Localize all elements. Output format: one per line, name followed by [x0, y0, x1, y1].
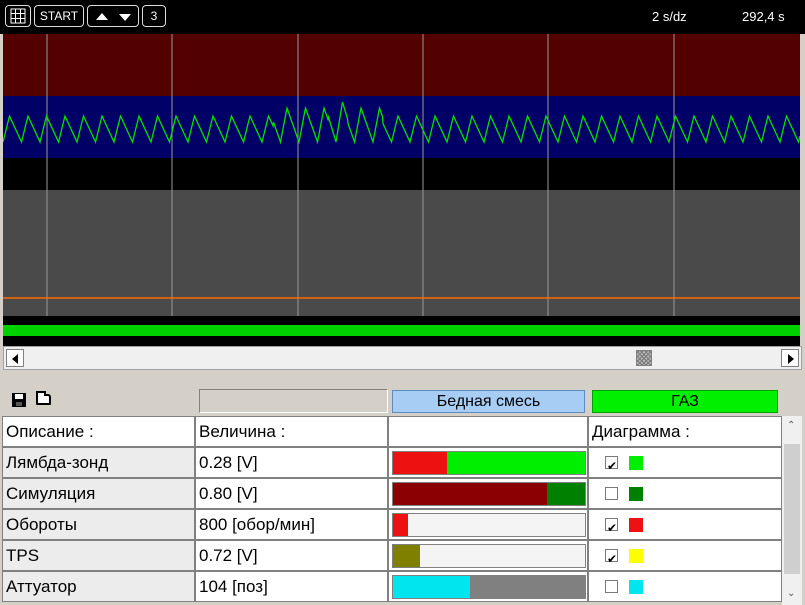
- channel-number-button[interactable]: 3: [142, 5, 166, 27]
- toolbar: START 3 2 s/dz 292,4 s: [0, 0, 805, 34]
- floppy-disk-icon[interactable]: [12, 393, 26, 407]
- value-bar: [392, 544, 586, 568]
- scroll-right-button[interactable]: [781, 349, 799, 367]
- chart-band-lower: [3, 190, 800, 316]
- elapsed-time-label: 292,4 s: [742, 9, 785, 24]
- header-value: Величина :: [195, 416, 388, 447]
- table-vertical-scrollbar[interactable]: ⌃ ⌄: [782, 416, 802, 605]
- row-description: Симуляция: [2, 478, 195, 509]
- time-scale-label: 2 s/dz: [652, 9, 687, 24]
- diagram-checkbox[interactable]: [605, 452, 618, 477]
- value-bar-fill: [393, 514, 409, 536]
- chart-horizontal-scrollbar[interactable]: [3, 346, 802, 370]
- name-field[interactable]: [199, 389, 388, 413]
- signal-chart: [3, 34, 800, 346]
- scroll-left-button[interactable]: [6, 349, 24, 367]
- row-value: 0.80 [V]: [195, 478, 388, 509]
- mixture-status-label: Бедная смесь: [392, 390, 585, 413]
- row-diagram-cell: [588, 447, 782, 478]
- arrow-up-icon[interactable]: [96, 13, 108, 20]
- table-row[interactable]: Лямбда-зонд 0.28 [V]: [2, 447, 782, 478]
- row-value: 0.28 [V]: [195, 447, 388, 478]
- row-diagram-cell: [588, 478, 782, 509]
- row-diagram-cell: [588, 571, 782, 602]
- trace-color-swatch[interactable]: [629, 456, 643, 470]
- table-row[interactable]: Аттуатор 104 [поз]: [2, 571, 782, 602]
- row-diagram-cell: [588, 509, 782, 540]
- trace-color-swatch[interactable]: [629, 549, 643, 563]
- sensor-panel: Бедная смесь ГАЗ Описание : Величина : Д…: [2, 378, 802, 605]
- scrollbar-thumb[interactable]: [636, 350, 652, 366]
- value-bar: [392, 513, 586, 537]
- scroll-up-icon[interactable]: ⌃: [787, 420, 797, 431]
- app-window: START 3 2 s/dz 292,4 s Бедная смесь ГАЗ: [0, 0, 805, 605]
- chart-band-top: [3, 34, 800, 96]
- header-bar: [388, 416, 588, 447]
- row-bar-cell: [388, 540, 588, 571]
- header-description: Описание :: [2, 416, 195, 447]
- table-header-row: Описание : Величина : Диаграмма :: [2, 416, 782, 447]
- row-description: Аттуатор: [2, 571, 195, 602]
- diagram-checkbox[interactable]: [605, 514, 618, 539]
- row-value: 800 [обор/мин]: [195, 509, 388, 540]
- row-bar-cell: [388, 447, 588, 478]
- row-value: 104 [поз]: [195, 571, 388, 602]
- arrow-down-icon[interactable]: [119, 14, 131, 21]
- arrow-left-icon: [12, 354, 18, 364]
- row-description: Обороты: [2, 509, 195, 540]
- value-bar-rest: [546, 483, 585, 505]
- value-bar-rest: [419, 545, 585, 567]
- row-diagram-cell: [588, 540, 782, 571]
- value-bar: [392, 451, 586, 475]
- diagram-checkbox[interactable]: [605, 487, 618, 500]
- header-diagram: Диаграмма :: [588, 416, 782, 447]
- table-row[interactable]: Обороты 800 [обор/мин]: [2, 509, 782, 540]
- arrow-right-icon: [788, 354, 794, 364]
- scroll-down-icon[interactable]: ⌄: [787, 588, 797, 599]
- value-bar-rest: [469, 576, 585, 598]
- value-bar-fill: [393, 576, 470, 598]
- value-bar: [392, 482, 586, 506]
- row-description: Лямбда-зонд: [2, 447, 195, 478]
- vertical-scrollbar-thumb[interactable]: [784, 444, 800, 574]
- row-bar-cell: [388, 509, 588, 540]
- row-description: TPS: [2, 540, 195, 571]
- value-bar-fill: [393, 452, 447, 474]
- scroll-arrows-button[interactable]: [87, 5, 139, 27]
- diagram-checkbox[interactable]: [605, 580, 618, 593]
- fuel-status-label: ГАЗ: [592, 390, 778, 413]
- row-bar-cell: [388, 478, 588, 509]
- trace-color-swatch[interactable]: [629, 518, 643, 532]
- diagram-checkbox[interactable]: [605, 545, 618, 570]
- value-bar-rest: [408, 514, 585, 536]
- panel-header: Бедная смесь ГАЗ: [2, 378, 782, 415]
- value-bar-fill: [393, 545, 420, 567]
- trace-color-swatch[interactable]: [629, 580, 643, 594]
- row-bar-cell: [388, 571, 588, 602]
- grid-button[interactable]: [5, 5, 31, 27]
- value-bar-fill: [393, 483, 547, 505]
- table-row[interactable]: Симуляция 0.80 [V]: [2, 478, 782, 509]
- trace-color-swatch[interactable]: [629, 487, 643, 501]
- grid-icon: [10, 8, 26, 24]
- value-bar: [392, 575, 586, 599]
- start-button[interactable]: START: [34, 5, 84, 27]
- folder-open-icon[interactable]: [36, 391, 51, 405]
- chart-green-strip: [3, 325, 800, 336]
- value-bar-rest: [446, 452, 585, 474]
- row-value: 0.72 [V]: [195, 540, 388, 571]
- sensor-table: Описание : Величина : Диаграмма : Лямбда…: [2, 416, 782, 605]
- table-row[interactable]: TPS 0.72 [V]: [2, 540, 782, 571]
